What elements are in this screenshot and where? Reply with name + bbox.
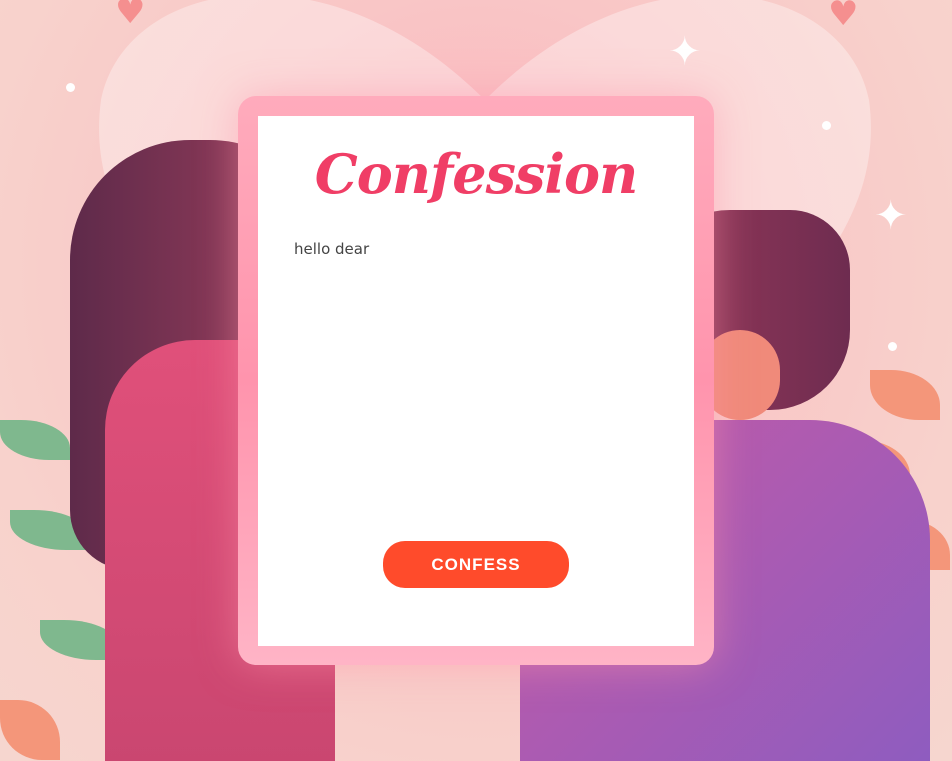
message-textarea[interactable]: hello dear	[294, 240, 664, 520]
leaf	[0, 420, 70, 460]
heart-icon: ♥	[115, 0, 146, 32]
sparkle-icon: ✦	[874, 193, 908, 239]
confess-button[interactable]: CONFESS	[383, 541, 569, 588]
dot	[822, 121, 831, 130]
confession-frame: Confession hello dear CONFESS	[238, 96, 714, 665]
confession-card: Confession hello dear CONFESS	[258, 116, 694, 646]
heart-icon: ♥	[828, 0, 859, 34]
dot	[888, 342, 897, 351]
confession-title: Confession	[314, 142, 638, 206]
sparkle-icon: ✦	[668, 29, 702, 75]
dot	[66, 83, 75, 92]
leaf	[0, 700, 60, 760]
